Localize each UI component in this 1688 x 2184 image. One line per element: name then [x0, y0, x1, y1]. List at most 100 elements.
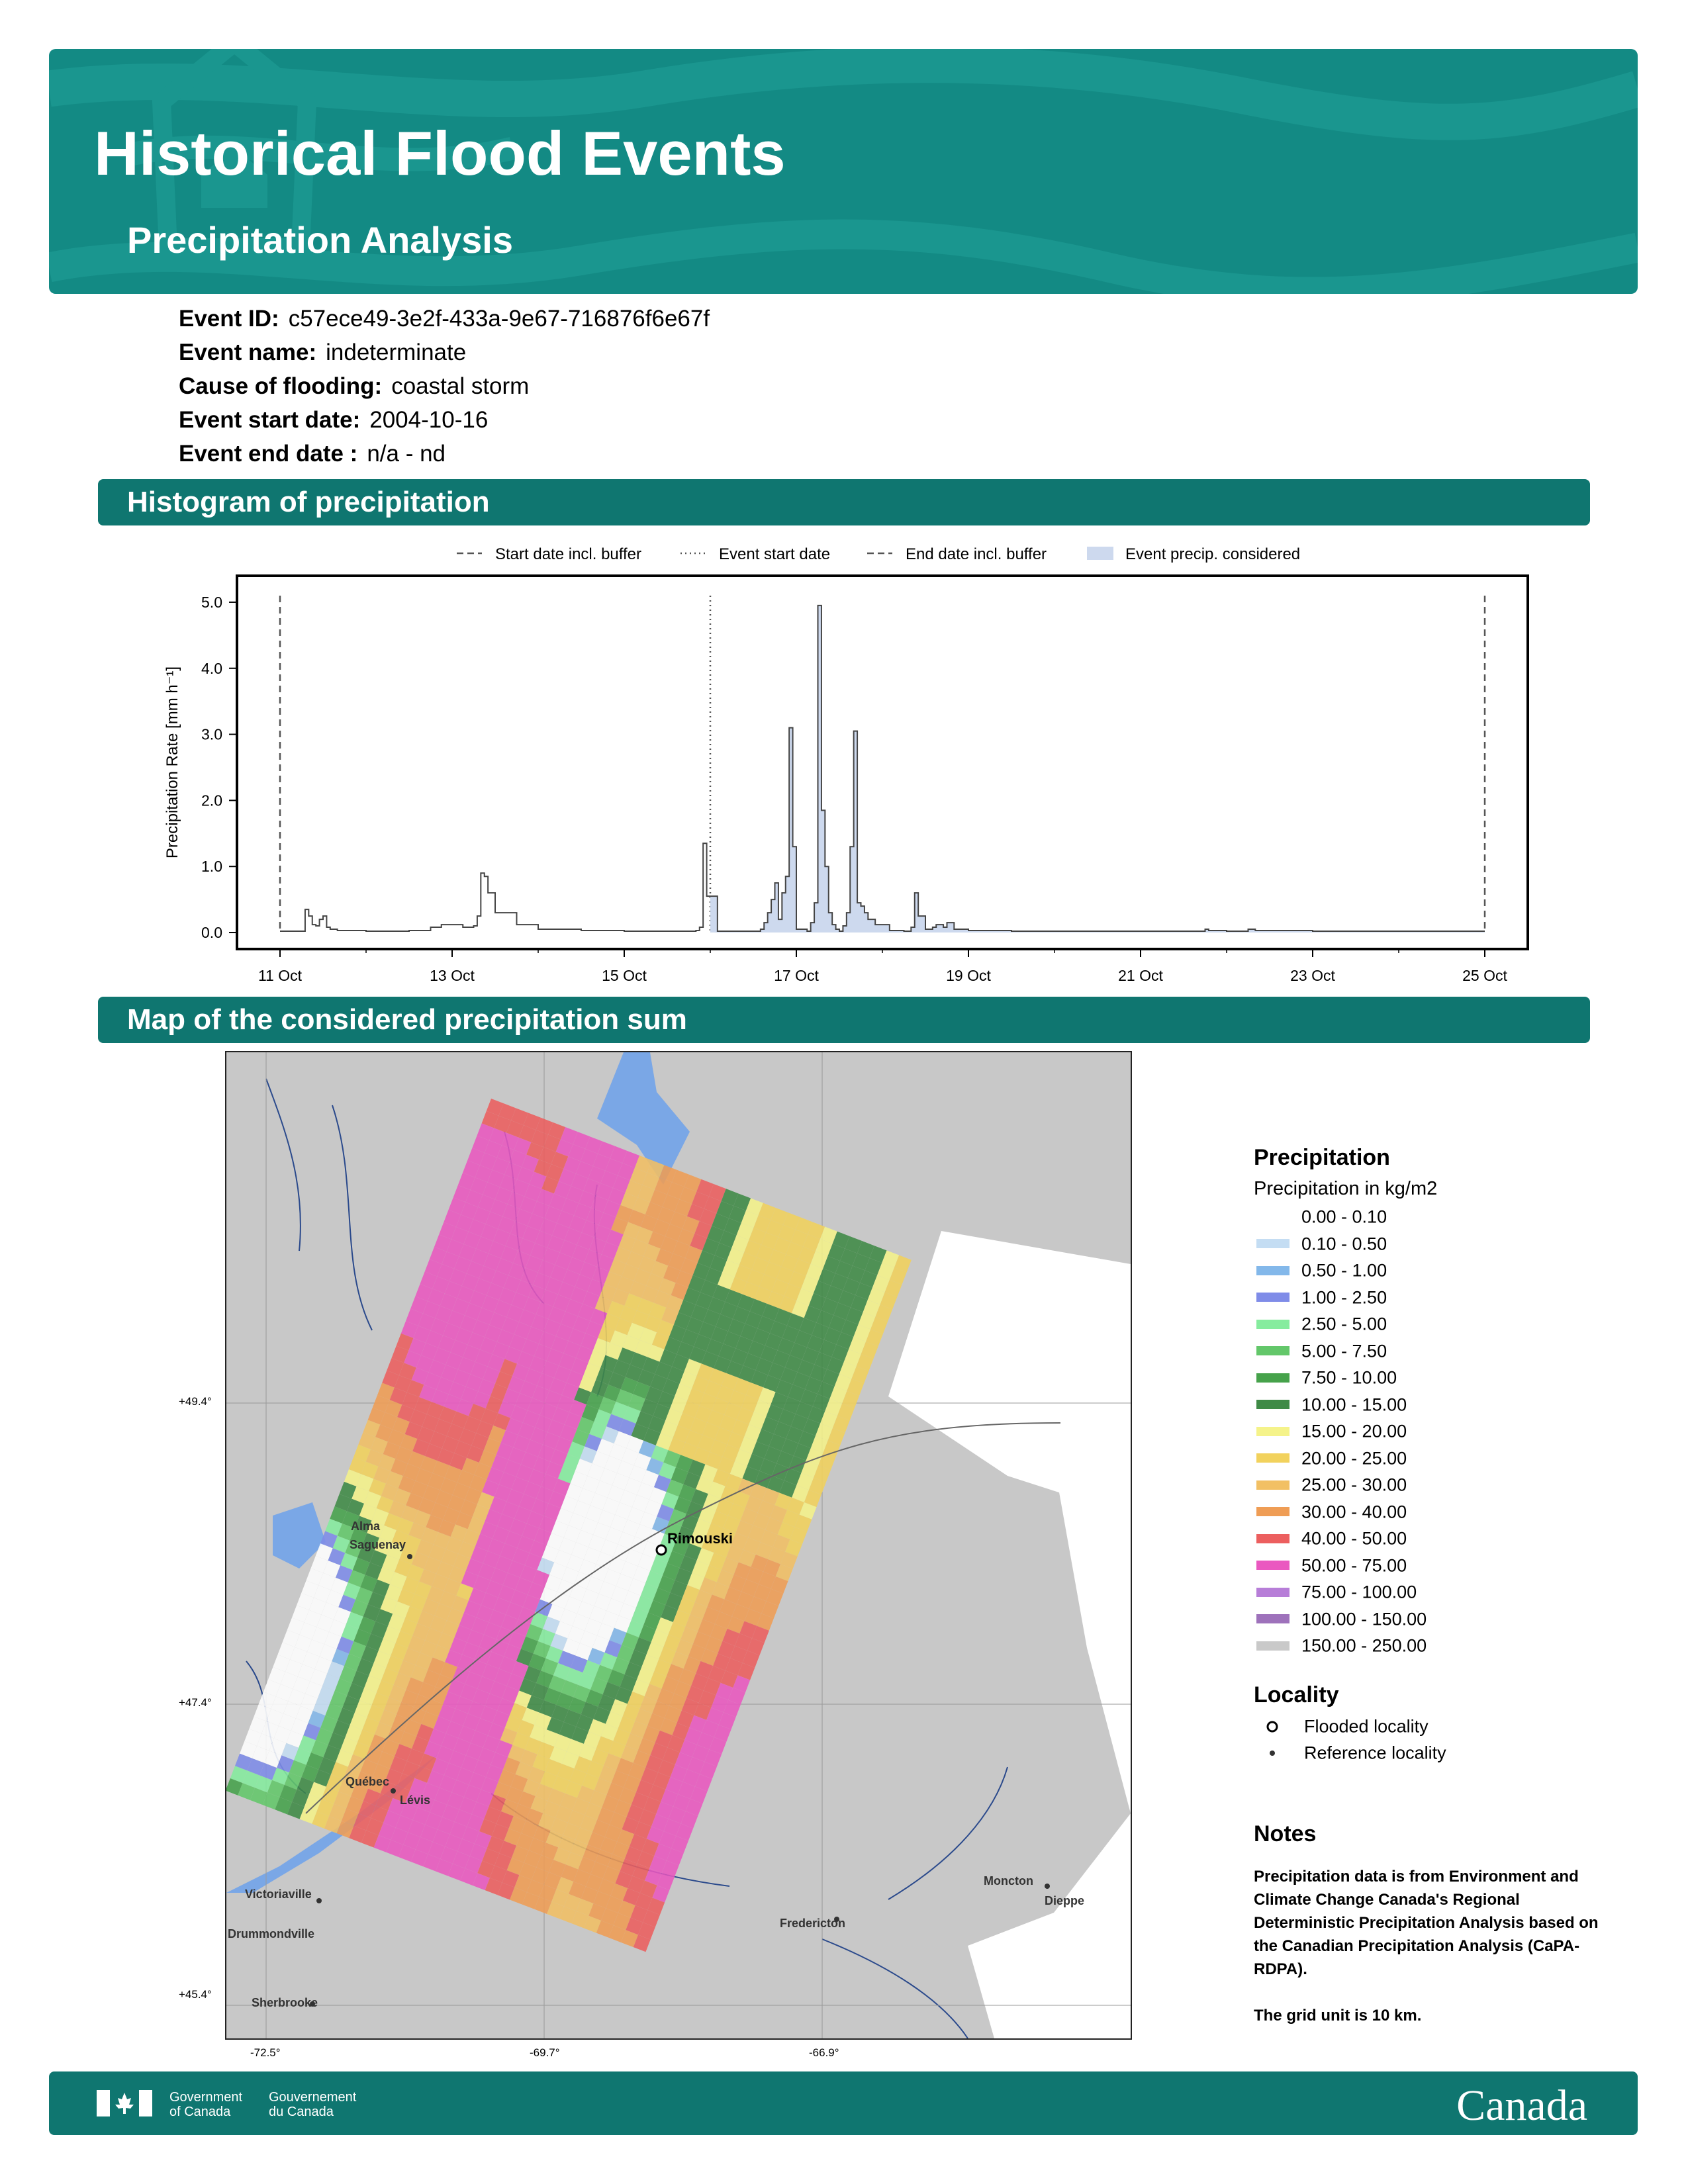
legend-flooded-label: Flooded locality — [1304, 1716, 1429, 1737]
legend-swatch — [1256, 1533, 1289, 1543]
legend-swatch — [1256, 1641, 1289, 1651]
locality-label-dieppe: Dieppe — [1045, 1894, 1085, 1907]
legend-class-row: 1.00 - 2.50 — [1254, 1287, 1387, 1313]
legend-class-row: 5.00 - 7.50 — [1254, 1340, 1387, 1367]
reference-locality-marker[interactable] — [316, 1898, 322, 1903]
legend-class-row: 20.00 - 25.00 — [1254, 1447, 1407, 1474]
legend-class-label: 75.00 - 100.00 — [1301, 1582, 1417, 1602]
legend-precip-considered: Event precip. considered — [1125, 545, 1300, 563]
legend-class-row: 0.50 - 1.00 — [1254, 1259, 1387, 1286]
x-tick-label: 23 Oct — [1290, 967, 1335, 984]
legend-class-label: 1.00 - 2.50 — [1301, 1287, 1387, 1307]
precip-legend-subtitle: Precipitation in kg/m2 — [1254, 1178, 1438, 1199]
x-axis: 11 Oct 13 Oct 15 Oct 17 Oct 19 Oct 21 Oct 23 O… — [258, 949, 1507, 984]
legend-swatch — [1256, 1400, 1289, 1410]
chart-legend: Start date incl. buffer Event start date… — [457, 545, 1300, 563]
bay-water — [968, 1463, 1131, 2038]
legend-class-row: 0.10 - 0.50 — [1254, 1233, 1387, 1259]
y-tick-label: 5.0 — [201, 594, 222, 611]
legend-swatch — [1256, 1614, 1289, 1624]
legend-start-buffer: Start date incl. buffer — [495, 545, 641, 563]
legend-class-row: 7.50 - 10.00 — [1254, 1367, 1397, 1393]
legend-class-label: 20.00 - 25.00 — [1301, 1447, 1407, 1468]
gov-fr-line: du Canada — [269, 2105, 334, 2119]
y-axis: 0.0 1.0 2.0 3.0 4.0 5.0 — [201, 594, 237, 941]
map-y-tick: +47.4° — [179, 1696, 212, 1709]
map-x-tick: -72.5° — [250, 2046, 281, 2059]
legend-swatch — [1256, 1561, 1289, 1570]
map-section-title: Map of the considered precipitation sum — [127, 1003, 687, 1036]
legend-swatch — [1256, 1346, 1289, 1356]
legend-class-row: 150.00 - 250.00 — [1254, 1635, 1427, 1661]
legend-class-label: 0.00 - 0.10 — [1301, 1206, 1387, 1227]
y-tick-label: 1.0 — [201, 858, 222, 875]
locality-label-fredericton: Fredericton — [780, 1917, 846, 1930]
reference-locality-marker[interactable] — [407, 1554, 412, 1559]
locality-label-drummondville: Drummondville — [228, 1927, 315, 1940]
legend-swatch — [1256, 1212, 1289, 1222]
legend-swatch — [1256, 1293, 1289, 1302]
legend-swatch — [1256, 1426, 1289, 1436]
date-markers — [279, 596, 1486, 933]
gov-en-line: Government — [169, 2090, 243, 2105]
x-tick-label: 11 Oct — [258, 967, 303, 984]
legend-swatch — [1256, 1587, 1289, 1597]
x-tick-label: 13 Oct — [430, 967, 475, 984]
precipitation-histogram: Start date incl. buffer Event start date… — [164, 545, 1529, 984]
legend-swatch — [1256, 1319, 1289, 1329]
precip-grid — [226, 1099, 912, 1952]
legend-class-row: 25.00 - 30.00 — [1254, 1474, 1407, 1500]
legend-class-label: 15.00 - 20.00 — [1301, 1421, 1407, 1441]
map-y-tick: +49.4° — [179, 1395, 212, 1408]
reference-locality-marker[interactable] — [1045, 1884, 1050, 1889]
locality-label-alma: Alma — [351, 1520, 381, 1533]
legend-swatch — [1256, 1239, 1289, 1249]
legend-swatch — [1256, 1373, 1289, 1383]
legend-end-buffer: End date incl. buffer — [906, 545, 1047, 563]
notes-body: Precipitation data is from Environment a… — [1254, 1865, 1611, 2027]
legend-class-row: 0.00 - 0.10 — [1254, 1206, 1387, 1232]
legend-class-label: 10.00 - 15.00 — [1301, 1394, 1407, 1414]
y-tick-label: 4.0 — [201, 660, 222, 677]
locality-label-victoriaville: Victoriaville — [245, 1888, 312, 1901]
legend-class-label: 2.50 - 5.00 — [1301, 1314, 1387, 1334]
precip-legend-title: Precipitation — [1254, 1145, 1390, 1170]
notes-paragraph: The grid unit is 10 km. — [1254, 2007, 1422, 2025]
legend-class-row: 75.00 - 100.00 — [1254, 1581, 1417, 1608]
flooded-locality-icon — [1266, 1721, 1278, 1733]
legend-class-row: 50.00 - 75.00 — [1254, 1555, 1407, 1581]
map-section-bar: Map of the considered precipitation sum — [98, 997, 1590, 1043]
locality-label-rimouski: Rimouski — [667, 1530, 733, 1547]
legend-class-row: 2.50 - 5.00 — [1254, 1313, 1387, 1340]
y-tick-label: 3.0 — [201, 726, 222, 743]
legend-swatch — [1256, 1480, 1289, 1490]
legend-class-row: 10.00 - 15.00 — [1254, 1394, 1407, 1420]
legend-class-row: 15.00 - 20.00 — [1254, 1420, 1407, 1447]
reference-locality-marker[interactable] — [391, 1788, 396, 1794]
notes-paragraph: Precipitation data is from Environment a… — [1254, 1868, 1599, 1978]
footer-bar: Government of Canada Gouvernement du Can… — [49, 2071, 1638, 2135]
plot-frame — [236, 574, 1529, 950]
y-tick-label: 0.0 — [201, 924, 222, 941]
gov-fr-line: Gouvernement — [269, 2090, 357, 2105]
y-tick-label: 2.0 — [201, 792, 222, 809]
precipitation-map[interactable]: Rimouski Alma Saguenay Québec Lévis Vict… — [225, 1051, 1132, 2040]
locality-label-levis: Lévis — [400, 1794, 431, 1807]
y-axis-label: Precipitation Rate [mm h⁻¹] — [164, 666, 181, 858]
gov-en-line: of Canada — [169, 2105, 231, 2119]
legend-class-label: 40.00 - 50.00 — [1301, 1528, 1407, 1549]
legend-class-label: 5.00 - 7.50 — [1301, 1340, 1387, 1361]
legend-class-label: 0.10 - 0.50 — [1301, 1233, 1387, 1253]
precip-series-line — [280, 604, 1485, 933]
reference-locality-icon — [1270, 1750, 1275, 1756]
legend-reference-label: Reference locality — [1304, 1743, 1446, 1763]
legend-swatch — [1256, 1507, 1289, 1517]
x-tick-label: 21 Oct — [1118, 967, 1163, 984]
legend-class-row: 30.00 - 40.00 — [1254, 1501, 1407, 1527]
legend-class-row: 40.00 - 50.00 — [1254, 1527, 1407, 1554]
x-tick-label: 17 Oct — [774, 967, 819, 984]
legend-class-label: 25.00 - 30.00 — [1301, 1475, 1407, 1495]
notes-title: Notes — [1254, 1821, 1317, 1846]
flooded-locality-marker[interactable] — [655, 1544, 667, 1556]
canada-wordmark: Canada — [1456, 2081, 1587, 2130]
